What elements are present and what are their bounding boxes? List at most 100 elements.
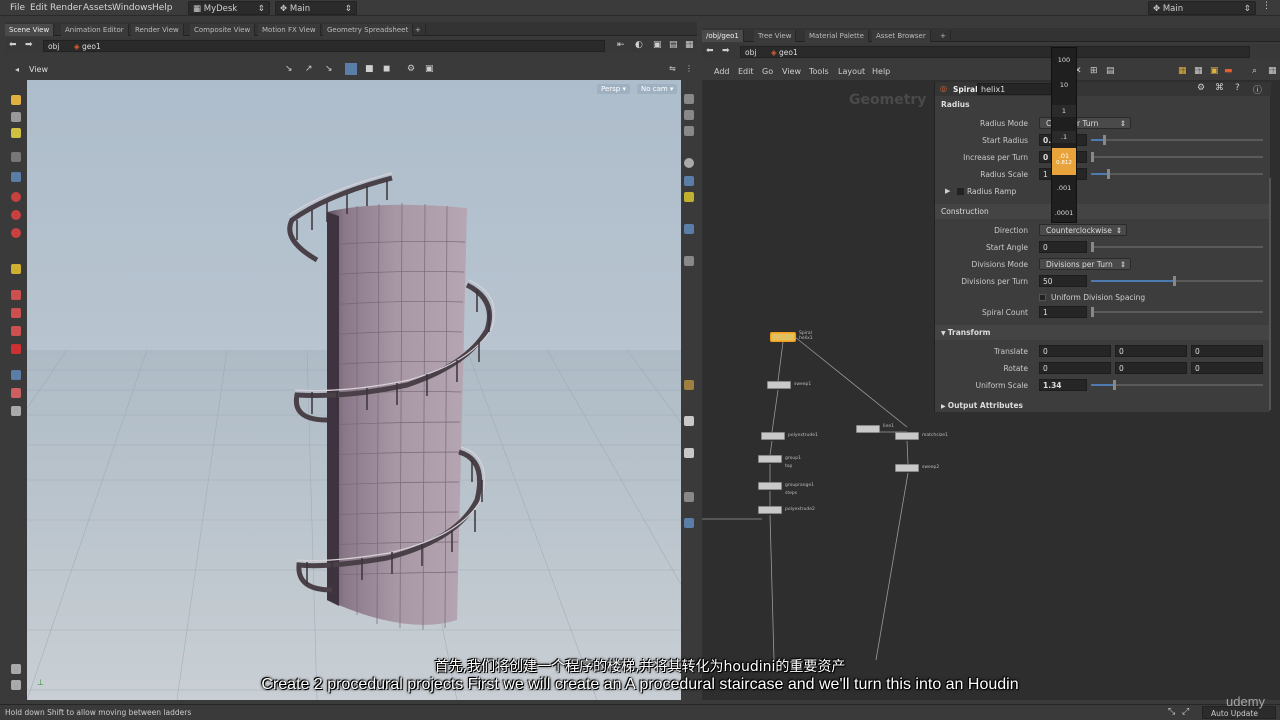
object-icon[interactable] [684, 492, 694, 502]
section-radius[interactable]: Radius [935, 97, 1271, 112]
pin-icon[interactable]: ⇤ [617, 40, 625, 50]
color-icon[interactable]: ▦ [1178, 66, 1187, 76]
tab-motion-fx-view[interactable]: Motion FX View [258, 24, 321, 36]
menu-edit[interactable]: Edit [30, 3, 47, 13]
ladder-step-1[interactable]: 1 [1052, 105, 1076, 117]
param-scrollbar[interactable] [1269, 178, 1271, 410]
forward-icon[interactable]: ➡ [25, 40, 33, 50]
menu-help[interactable]: Help [152, 3, 173, 13]
node-group1[interactable] [758, 455, 782, 463]
grid-icon[interactable] [345, 63, 357, 75]
tab-animation-editor[interactable]: Animation Editor [61, 24, 129, 36]
display-icon[interactable] [684, 256, 694, 266]
sphere-icon[interactable] [11, 192, 21, 202]
persp-menu[interactable]: Persp ▾ [597, 84, 630, 94]
translate-x-field[interactable]: 0 [1039, 345, 1111, 357]
menu-help[interactable]: Help [872, 67, 890, 76]
tab-material-palette[interactable]: Material Palette [805, 30, 869, 42]
lock-icon[interactable] [11, 172, 21, 182]
path-geo[interactable]: geo1 [779, 48, 798, 57]
search-icon[interactable]: ⌕ [1252, 66, 1257, 76]
brush-icon[interactable] [11, 264, 21, 274]
grid-icon[interactable]: ▦ [1194, 66, 1203, 76]
more-icon[interactable]: ⋮ [685, 64, 693, 73]
add-tab-icon[interactable]: + [411, 24, 426, 36]
main-right-select[interactable]: ✥ Main ⇕ [1148, 1, 1256, 15]
pose-icon[interactable] [11, 128, 21, 138]
node-name-field[interactable]: helix1 [977, 83, 1053, 95]
menu-tools[interactable]: Tools [809, 67, 829, 76]
menu-file[interactable]: File [10, 3, 25, 13]
light-icon[interactable] [684, 176, 694, 186]
spiral-count-slider[interactable] [1091, 307, 1263, 317]
menu-add[interactable]: Add [714, 67, 730, 76]
path-field[interactable]: obj ◈ geo1 [740, 46, 1250, 58]
camera-menu[interactable]: No cam ▾ [637, 84, 678, 94]
node-sweep2[interactable] [895, 464, 919, 472]
node-polyextrude1[interactable] [761, 432, 785, 440]
square-icon[interactable]: ■ [365, 64, 374, 74]
sync-icon[interactable]: ⇋ [669, 64, 676, 73]
magnet-icon[interactable] [11, 344, 21, 354]
rotate-z-field[interactable]: 0 [1191, 362, 1263, 374]
render-icon[interactable] [11, 406, 21, 416]
start-angle-slider[interactable] [1091, 242, 1263, 252]
link-icon[interactable]: ◐ [635, 40, 643, 50]
tree-icon[interactable]: ⊞ [1090, 66, 1098, 76]
network-icon[interactable]: ⤢ [1182, 707, 1189, 717]
object-icon[interactable] [684, 518, 694, 528]
wireframe-icon[interactable]: ⚙ [407, 64, 415, 74]
object-icon[interactable] [684, 448, 694, 458]
pin-icon[interactable]: ◂ [15, 65, 19, 74]
increase-slider[interactable] [1091, 152, 1263, 162]
check-icon[interactable]: ▣ [1210, 66, 1219, 76]
menu-layout[interactable]: Layout [838, 67, 865, 76]
lasso-icon[interactable] [11, 308, 21, 318]
menu-go[interactable]: Go [762, 67, 773, 76]
tab-geometry-spreadsheet[interactable]: Geometry Spreadsheet [323, 24, 414, 36]
menu-render[interactable]: Render [50, 3, 82, 13]
back-icon[interactable]: ⬅ [9, 40, 17, 50]
snap-icon[interactable] [11, 388, 21, 398]
scene-viewport[interactable]: Persp ▾ No cam ▾ ⊥ [27, 80, 681, 700]
sphere-icon[interactable] [11, 210, 21, 220]
handle-icon[interactable]: ↗ [305, 64, 313, 74]
radius-scale-slider[interactable] [1091, 169, 1263, 179]
tab-render-view[interactable]: Render View [131, 24, 184, 36]
camera-icon[interactable]: ▣ [653, 40, 662, 50]
tab-network[interactable]: /obj/geo1 [702, 30, 744, 42]
section-output-attributes[interactable]: ▶ Output Attributes [935, 398, 1271, 413]
handle-icon[interactable]: ↘ [285, 64, 293, 74]
path-obj[interactable]: obj [48, 42, 59, 51]
ladder-step-10[interactable]: 10 [1052, 79, 1076, 91]
code-icon[interactable]: ⌘ [1215, 83, 1224, 93]
cursor-icon[interactable]: ⤡ [1168, 707, 1175, 717]
ladder-step-100[interactable]: 100 [1052, 54, 1076, 66]
spiral-count-field[interactable]: 1 [1039, 306, 1087, 318]
rotate-y-field[interactable]: 0 [1115, 362, 1187, 374]
transform-icon[interactable] [11, 112, 21, 122]
translate-z-field[interactable]: 0 [1191, 345, 1263, 357]
forward-icon[interactable]: ➡ [722, 46, 730, 56]
row-radius-ramp[interactable]: ▶ Radius Ramp [935, 185, 1271, 199]
shading-icon[interactable]: ▣ [425, 64, 434, 74]
help-icon[interactable]: ? [1235, 83, 1240, 93]
object-icon[interactable] [684, 416, 694, 426]
back-icon[interactable]: ⬅ [706, 46, 714, 56]
node-polyextrude2[interactable] [758, 506, 782, 514]
stop-icon[interactable]: ◼ [383, 64, 390, 74]
tab-scene-view[interactable]: Scene View [5, 24, 55, 36]
start-radius-slider[interactable] [1091, 135, 1263, 145]
add-tab-icon[interactable]: + [936, 30, 951, 42]
menu-edit[interactable]: Edit [738, 67, 754, 76]
lock-icon[interactable] [684, 126, 694, 136]
translate-y-field[interactable]: 0 [1115, 345, 1187, 357]
tab-tree-view[interactable]: Tree View [754, 30, 797, 42]
sphere-icon[interactable] [684, 158, 694, 168]
ladder-step-0-1[interactable]: .1 [1052, 131, 1076, 143]
divisions-per-turn-field[interactable]: 50 [1039, 275, 1087, 287]
section-construction[interactable]: Construction [935, 204, 1271, 219]
sphere-icon[interactable] [11, 228, 21, 238]
ladder-step-0-001[interactable]: .001 [1052, 182, 1076, 194]
folder-icon[interactable]: ▬ [1224, 66, 1233, 76]
